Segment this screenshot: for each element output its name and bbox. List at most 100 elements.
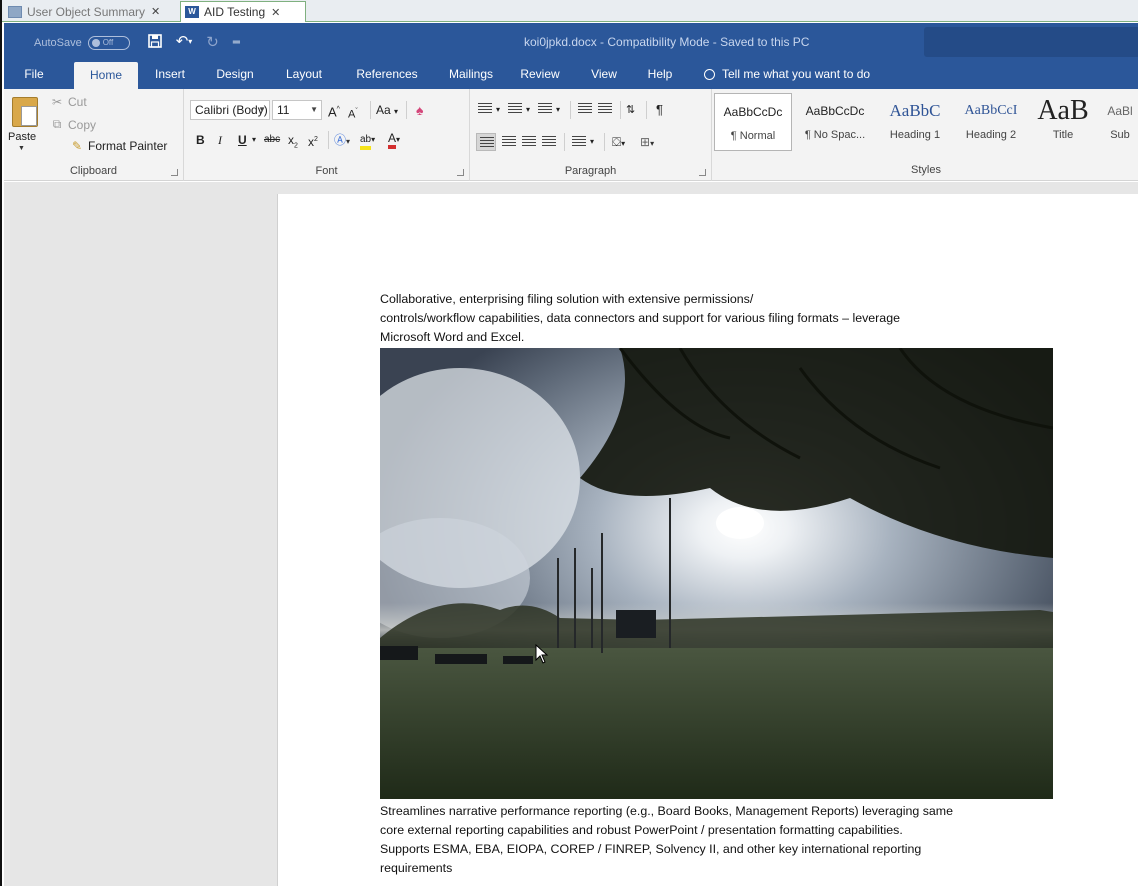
tab-insert[interactable]: Insert	[146, 59, 194, 89]
grow-font-label: A	[328, 104, 337, 120]
tab-references[interactable]: References	[347, 59, 427, 89]
shrink-font-button[interactable]: Aˇ	[348, 103, 358, 124]
tab-view[interactable]: View	[582, 59, 626, 89]
paragraph-intro[interactable]: Collaborative, enterprising filing solut…	[380, 290, 1060, 347]
chevron-down-icon[interactable]: ▾	[496, 101, 500, 119]
chevron-down-icon[interactable]: ▾	[556, 101, 560, 119]
tab-layout[interactable]: Layout	[276, 59, 332, 89]
change-case-button[interactable]: Aa ▾	[376, 101, 398, 121]
borders-icon[interactable]: ⊞▾	[640, 133, 654, 153]
photo-scene	[380, 348, 1053, 799]
save-icon[interactable]	[147, 34, 162, 51]
format-painter-button[interactable]: ✎ Format Painter	[70, 139, 167, 153]
separator	[604, 133, 605, 151]
style-sample: AaBbCcDc	[805, 104, 865, 118]
clear-formatting-icon[interactable]: ♠	[416, 101, 423, 119]
document-title: koi0jpkd.docx - Compatibility Mode - Sav…	[524, 35, 810, 49]
strikethrough-button[interactable]: abc	[264, 131, 280, 149]
group-label: Paragraph	[564, 165, 617, 177]
chevron-down-icon[interactable]: ▾	[526, 101, 530, 119]
line-spacing-icon[interactable]	[572, 136, 588, 150]
text-line: core external reporting capabilities and…	[380, 823, 903, 837]
style-sample: AaBl	[1107, 104, 1133, 118]
tab-help[interactable]: Help	[640, 59, 680, 89]
style-sample: AaBbC	[889, 101, 941, 120]
separator	[646, 101, 647, 119]
browser-tab-user-object-summary[interactable]: User Object Summary ✕	[4, 1, 182, 22]
paste-icon[interactable]	[12, 97, 38, 127]
copy-button[interactable]: ⧉ Copy	[50, 117, 96, 132]
paste-button[interactable]: Paste	[8, 131, 36, 143]
font-size-dropdown[interactable]: 11 ▼	[272, 100, 322, 120]
style-name: Heading 2	[965, 129, 1017, 141]
style-normal[interactable]: AaBbCcDc ¶ Normal	[714, 93, 792, 151]
superscript-button[interactable]: x2	[308, 131, 318, 151]
chevron-down-icon[interactable]: ▼	[18, 145, 25, 152]
dialog-launcher-icon[interactable]	[457, 169, 464, 176]
customize-toolbar-icon[interactable]: ═	[233, 36, 240, 50]
autosave-toggle[interactable]: Off	[87, 35, 130, 50]
style-subtitle[interactable]: AaBl Sub	[1100, 93, 1138, 151]
align-center-icon[interactable]	[502, 136, 518, 150]
decrease-indent-icon[interactable]	[578, 103, 594, 117]
style-heading-2[interactable]: AaBbCcI Heading 2	[956, 93, 1026, 151]
tab-design[interactable]: Design	[209, 59, 261, 89]
autosave-label: AutoSave	[34, 36, 82, 49]
tab-home[interactable]: Home	[74, 62, 138, 89]
bullets-icon[interactable]	[478, 103, 494, 117]
clipboard-group: Paste ▼ ✂ Cut ⧉ Copy ✎ Format Painter Cl…	[4, 89, 184, 181]
dialog-launcher-icon[interactable]	[171, 169, 178, 176]
tab-review[interactable]: Review	[514, 59, 566, 89]
dialog-launcher-icon[interactable]	[699, 169, 706, 176]
chevron-down-icon[interactable]: ▾	[252, 131, 256, 149]
browser-tab-aid-testing[interactable]: W AID Testing ✕	[180, 1, 306, 22]
inline-photo[interactable]	[380, 348, 1053, 799]
tab-file[interactable]: File	[14, 59, 54, 89]
pilcrow-icon[interactable]: ¶	[656, 101, 663, 119]
separator	[620, 101, 621, 119]
style-sample: AaBbCcI	[964, 103, 1018, 118]
redo-icon[interactable]: ↻	[206, 35, 219, 50]
italic-button[interactable]: I	[218, 131, 222, 149]
style-name: Title	[1052, 129, 1074, 141]
style-no-spacing[interactable]: AaBbCcDc ¶ No Spac...	[796, 93, 874, 151]
underline-button[interactable]: U	[238, 131, 247, 149]
text-line: Collaborative, enterprising filing solut…	[380, 292, 754, 306]
highlight-color-icon[interactable]: ab▾	[360, 129, 375, 150]
text-line: Microsoft Word and Excel.	[380, 330, 525, 344]
chevron-down-icon[interactable]: ▾	[590, 133, 594, 151]
font-name-dropdown[interactable]: Calibri (Body) ▼	[190, 100, 270, 120]
undo-icon[interactable]: ↶▾	[176, 34, 193, 49]
chevron-down-icon: ▼	[258, 105, 266, 114]
bold-button[interactable]: B	[196, 131, 205, 149]
close-icon[interactable]: ✕	[151, 5, 160, 18]
tab-mailings[interactable]: Mailings	[438, 59, 504, 89]
close-icon[interactable]: ✕	[271, 6, 280, 19]
sort-icon[interactable]: ⇅	[626, 101, 635, 119]
mouse-cursor-icon	[535, 643, 549, 667]
increase-indent-icon[interactable]	[598, 103, 614, 117]
text-effects-icon[interactable]: Ⓐ▾	[334, 131, 350, 151]
account-area[interactable]	[924, 27, 1138, 57]
font-color-icon[interactable]: A▾	[388, 129, 400, 149]
subscript-button[interactable]: x2	[288, 131, 298, 155]
ribbon-home: Paste ▼ ✂ Cut ⧉ Copy ✎ Format Painter Cl…	[4, 89, 1138, 181]
align-right-icon[interactable]	[522, 136, 538, 150]
text-line: Supports ESMA, EBA, EIOPA, COREP / FINRE…	[380, 842, 922, 856]
cut-button[interactable]: ✂ Cut	[50, 95, 87, 109]
grow-font-button[interactable]: A^	[328, 101, 340, 121]
style-name: Sub	[1110, 129, 1130, 141]
align-left-icon[interactable]	[476, 133, 496, 151]
style-title[interactable]: AaB Title	[1030, 93, 1096, 151]
style-heading-1[interactable]: AaBbC Heading 1	[878, 93, 952, 151]
page-icon	[8, 5, 22, 18]
autosave-state: Off	[102, 38, 114, 47]
paragraph-streamlines[interactable]: Streamlines narrative performance report…	[380, 802, 1060, 878]
copy-label: Copy	[68, 117, 97, 132]
shading-icon[interactable]: ⛋▾	[612, 133, 625, 153]
tell-me-search[interactable]: Tell me what you want to do	[704, 59, 870, 89]
multilevel-list-icon[interactable]	[538, 103, 554, 117]
style-name: ¶ No Spac...	[804, 129, 866, 141]
numbering-icon[interactable]	[508, 103, 524, 117]
justify-icon[interactable]	[542, 136, 558, 150]
